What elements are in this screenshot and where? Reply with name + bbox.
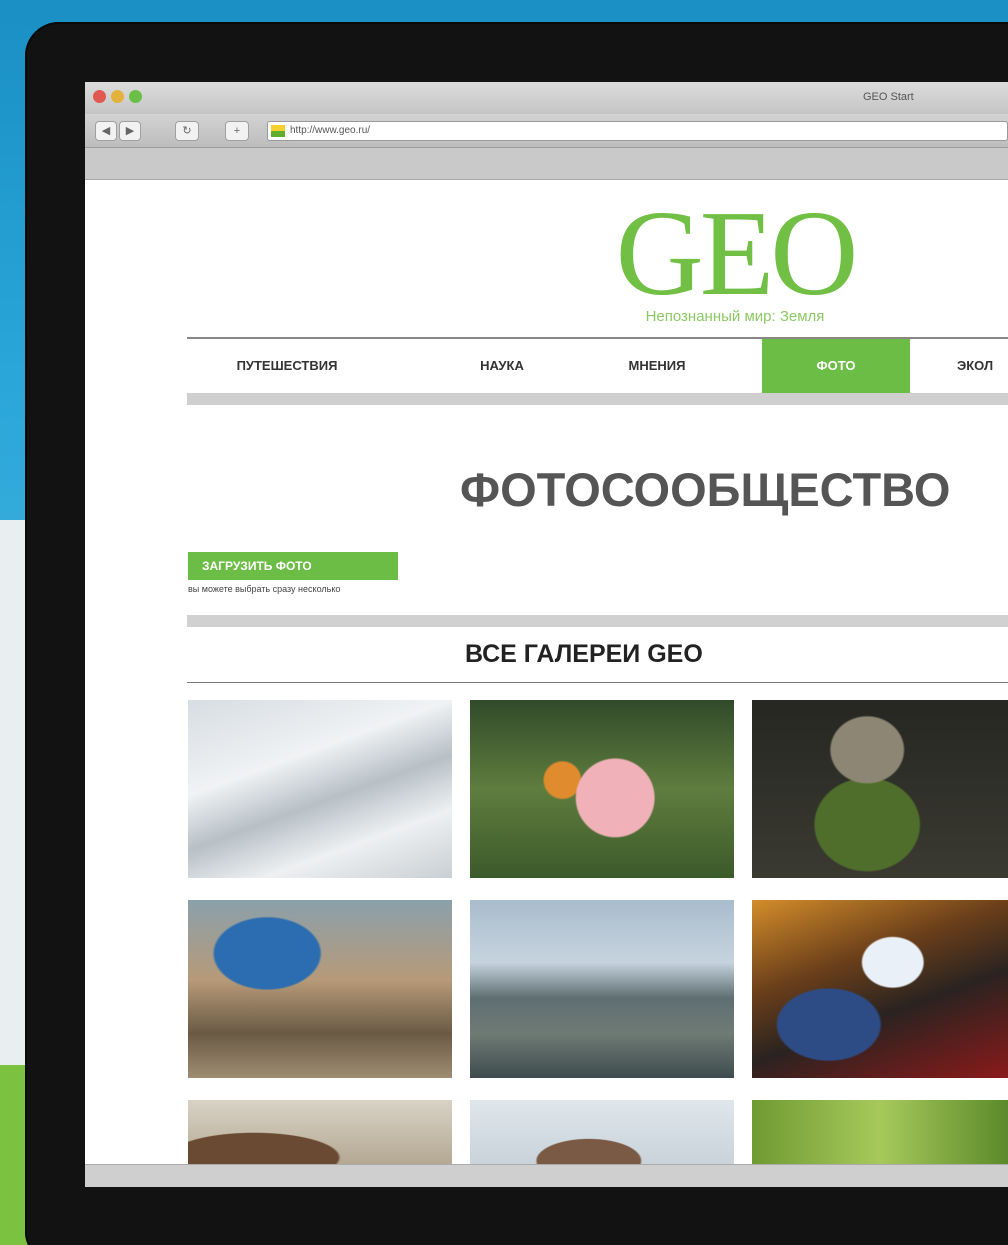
nav-item-opinions[interactable]: МНЕНИЯ xyxy=(602,339,712,393)
gallery-section-title: ВСЕ ГАЛЕРЕИ GEO xyxy=(465,640,703,668)
nav-item-science[interactable]: НАУКА xyxy=(457,339,547,393)
upload-hint-text: вы можете выбрать сразу несколько xyxy=(188,584,341,594)
site-tagline: Непознанный мир: Земля xyxy=(645,308,825,325)
gallery-thumbnail-vulture[interactable] xyxy=(752,700,1008,878)
bookmarks-bar xyxy=(85,148,1008,180)
address-bar[interactable]: http://www.geo.ru/ xyxy=(267,121,1008,141)
page-title: ФОТОСООБЩЕСТВО xyxy=(460,463,951,516)
section-separator xyxy=(187,615,1008,627)
nav-item-ecology[interactable]: ЭКОЛ xyxy=(945,339,1008,393)
gallery-thumbnail-mountain-city[interactable] xyxy=(470,900,734,1078)
upload-photo-button[interactable]: ЗАГРУЗИТЬ ФОТО xyxy=(188,552,398,580)
reload-button[interactable]: ↻ xyxy=(175,121,199,141)
back-button[interactable]: ◀ xyxy=(95,121,117,141)
site-logo[interactable]: GEO xyxy=(605,193,865,315)
zoom-window-icon[interactable] xyxy=(129,90,142,103)
browser-toolbar: ◀ ▶ ↻ + http://www.geo.ru/ xyxy=(85,114,1008,148)
nav-bottom-bar xyxy=(187,393,1008,405)
gallery-thumbnail-tent[interactable] xyxy=(470,1100,734,1164)
section-divider xyxy=(187,682,1008,683)
forward-button[interactable]: ▶ xyxy=(119,121,141,141)
gallery-thumbnail-snow-mountain[interactable] xyxy=(188,700,452,878)
browser-status-bar xyxy=(85,1164,1008,1187)
site-favicon-icon xyxy=(271,125,285,137)
gallery-thumbnail-harbor-seals[interactable] xyxy=(188,900,452,1078)
gallery-thumbnail-child-portrait[interactable] xyxy=(470,700,734,878)
browser-screen: GEO Start ◀ ▶ ↻ + http://www.geo.ru/ GEO… xyxy=(85,82,1008,1187)
address-text: http://www.geo.ru/ xyxy=(290,125,371,136)
gallery-thumbnail-festival-costume[interactable] xyxy=(752,900,1008,1078)
window-title: GEO Start xyxy=(863,91,914,103)
close-window-icon[interactable] xyxy=(93,90,106,103)
window-titlebar: GEO Start xyxy=(85,82,1008,114)
nav-item-photo[interactable]: ФОТО xyxy=(762,339,910,393)
main-navigation: ПУТЕШЕСТВИЯ НАУКА МНЕНИЯ ФОТО ЭКОЛ xyxy=(187,339,1008,393)
gallery-thumbnail-forest[interactable] xyxy=(752,1100,1008,1164)
gallery-thumbnail-group[interactable] xyxy=(188,1100,452,1164)
add-bookmark-button[interactable]: + xyxy=(225,121,249,141)
nav-item-travel[interactable]: ПУТЕШЕСТВИЯ xyxy=(207,339,367,393)
minimize-window-icon[interactable] xyxy=(111,90,124,103)
